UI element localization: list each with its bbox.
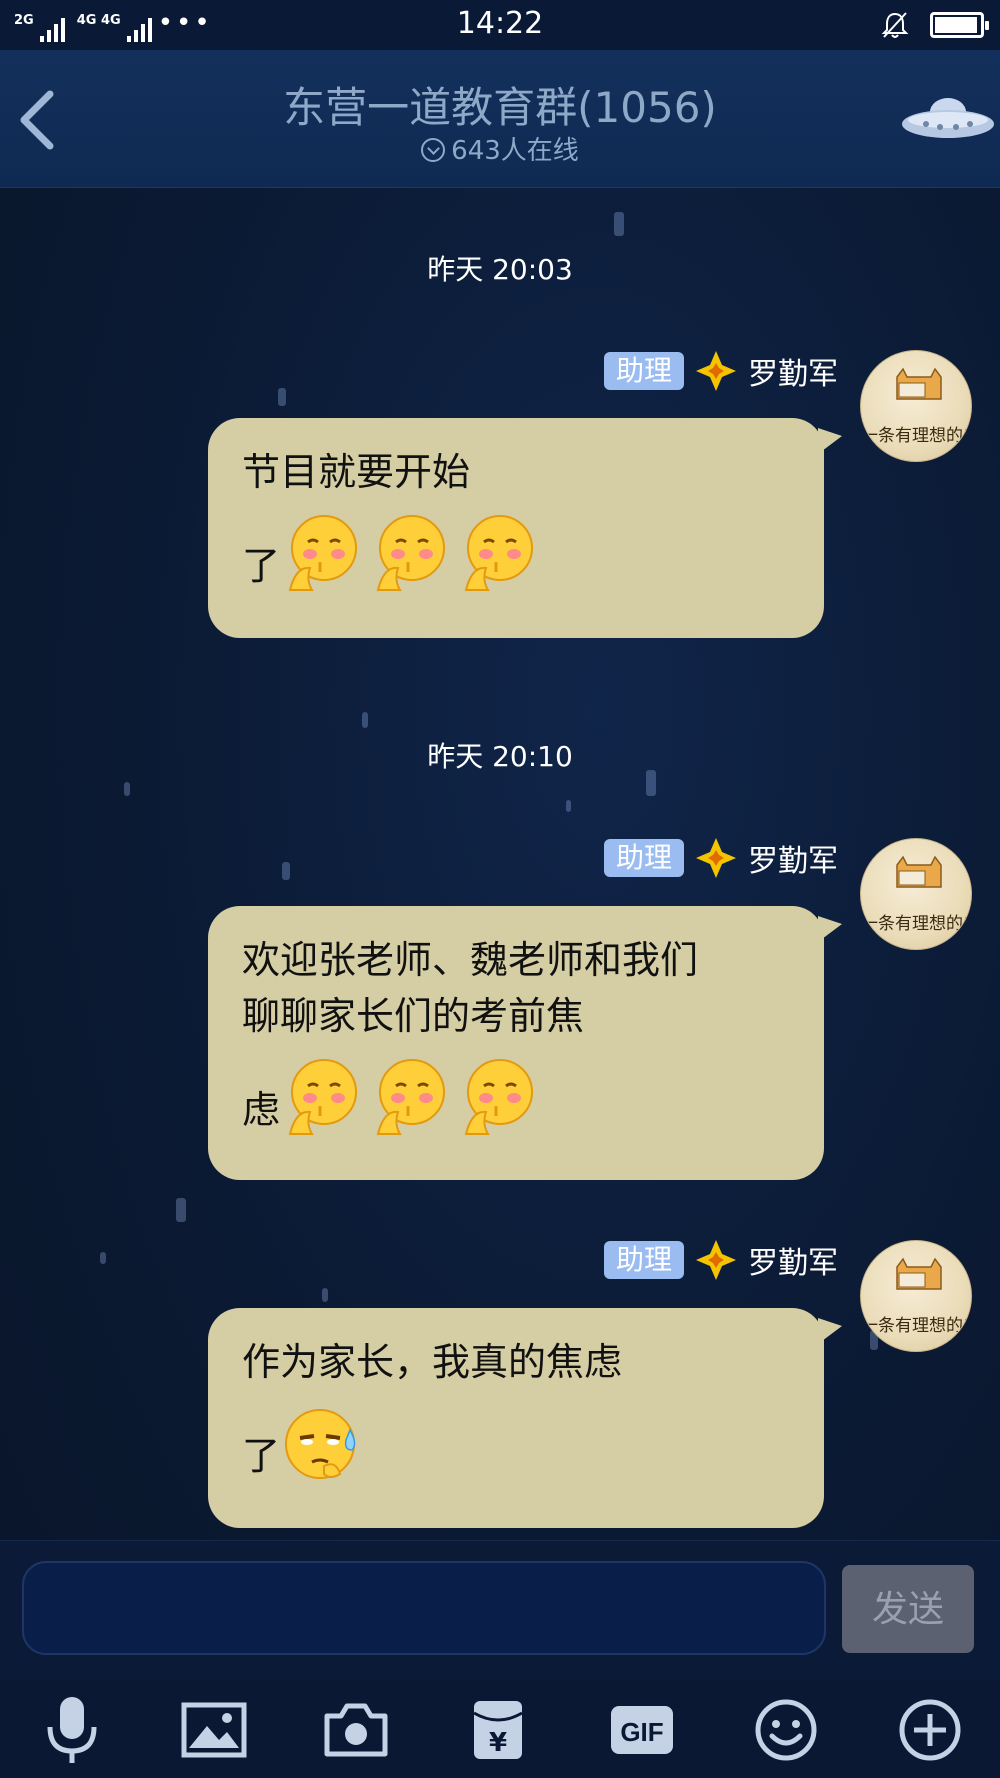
battery-fill — [935, 17, 977, 33]
red-packet-symbol: ¥ — [489, 1728, 507, 1758]
send-button[interactable]: 发送 — [842, 1565, 974, 1653]
sender-name[interactable]: 罗勤军 — [748, 836, 838, 880]
shy-emoji-icon — [288, 1059, 358, 1135]
shy-emoji-icon — [464, 515, 534, 591]
shy-emoji-icon — [464, 1059, 534, 1135]
bell-muted-icon — [881, 12, 909, 38]
shy-emoji-icon — [376, 1059, 446, 1135]
message-text: 作为家长，我真的焦虑 — [242, 1340, 623, 1384]
camera-button[interactable] — [318, 1692, 394, 1768]
online-count[interactable]: 643人在线 — [0, 130, 1000, 167]
status-bar: 2G 4G 4G ••• 14:22 — [0, 0, 1000, 50]
role-badge: 助理 — [603, 1241, 684, 1279]
battery-icon — [930, 12, 989, 38]
cat-icon — [896, 855, 942, 888]
message-sender-row: 助理 罗勤军 — [603, 836, 838, 880]
gif-icon: GIF — [611, 1706, 673, 1754]
red-packet-icon: ¥ — [473, 1701, 523, 1759]
message-text: 虑 — [242, 1088, 281, 1132]
avatar-caption: 一条有理想的咸鱼 — [861, 1316, 971, 1336]
chat-screen: 2G 4G 4G ••• 14:22 东营一道教育群(1056) 643人在线 — [0, 0, 1000, 1778]
avatar[interactable]: 一条有理想的咸鱼 — [860, 350, 972, 462]
sender-name[interactable]: 罗勤军 — [748, 349, 838, 393]
emoji-row: 虑 — [242, 1054, 790, 1138]
message-text: 欢迎张老师、魏老师和我们 — [242, 938, 699, 982]
message-sender-row: 助理 罗勤军 — [603, 1238, 838, 1282]
cat-icon — [896, 1257, 942, 1290]
level-star-icon — [696, 351, 736, 391]
cat-icon — [896, 367, 942, 400]
red-packet-button[interactable]: ¥ — [460, 1692, 536, 1768]
status-time: 14:22 — [456, 6, 544, 41]
avatar-caption: 一条有理想的咸鱼 — [861, 914, 971, 934]
message-timestamp: 昨天 20:03 — [427, 253, 573, 286]
gif-button[interactable]: GIF — [604, 1692, 680, 1768]
message-sender-row: 助理 罗勤军 — [603, 349, 838, 393]
gif-label: GIF — [620, 1717, 663, 1747]
role-badge: 助理 — [603, 839, 684, 877]
message-input[interactable] — [22, 1561, 826, 1655]
role-badge: 助理 — [603, 352, 684, 390]
shy-emoji-icon — [376, 515, 446, 591]
message-bubble[interactable]: 作为家长，我真的焦虑 了 — [208, 1308, 842, 1528]
message-text: 节目就要开始 — [242, 450, 471, 494]
avatar[interactable]: 一条有理想的咸鱼 — [860, 1240, 972, 1352]
emoji-icon — [755, 1699, 817, 1761]
message-timestamp: 昨天 20:10 — [427, 740, 573, 773]
sender-name[interactable]: 罗勤军 — [748, 1238, 838, 1282]
emoji-row: 了 — [242, 1400, 790, 1484]
online-count-text: 643人在线 — [451, 136, 579, 166]
plus-icon — [899, 1699, 961, 1761]
message-bubble[interactable]: 欢迎张老师、魏老师和我们 聊聊家长们的考前焦 虑 — [208, 906, 842, 1180]
microphone-button[interactable] — [34, 1692, 110, 1768]
level-star-icon — [696, 1240, 736, 1280]
message-bubble[interactable]: 节目就要开始 了 — [208, 418, 842, 638]
bottom-toolbar: ¥ GIF — [0, 1680, 1000, 1778]
message-text: 了 — [242, 1434, 281, 1478]
message-text: 了 — [242, 544, 281, 588]
message-text: 聊聊家长们的考前焦 — [242, 994, 585, 1038]
emoji-row: 了 — [242, 510, 790, 594]
avatar[interactable]: 一条有理想的咸鱼 — [860, 838, 972, 950]
microphone-icon — [47, 1697, 97, 1763]
plus-button[interactable] — [892, 1692, 968, 1768]
emoji-button[interactable] — [748, 1692, 824, 1768]
ufo-icon[interactable] — [900, 88, 996, 148]
image-button[interactable] — [176, 1692, 252, 1768]
avatar-caption: 一条有理想的咸鱼 — [861, 426, 971, 446]
image-icon — [181, 1702, 247, 1758]
group-title[interactable]: 东营一道教育群(1056) — [0, 74, 1000, 135]
camera-icon — [324, 1703, 388, 1757]
chevron-down-icon — [421, 137, 446, 162]
input-bar: 发送 — [0, 1540, 1000, 1680]
chat-header: 东营一道教育群(1056) 643人在线 — [0, 50, 1000, 188]
sweat-emoji-icon — [285, 1409, 356, 1479]
level-star-icon — [696, 838, 736, 878]
shy-emoji-icon — [288, 515, 358, 591]
